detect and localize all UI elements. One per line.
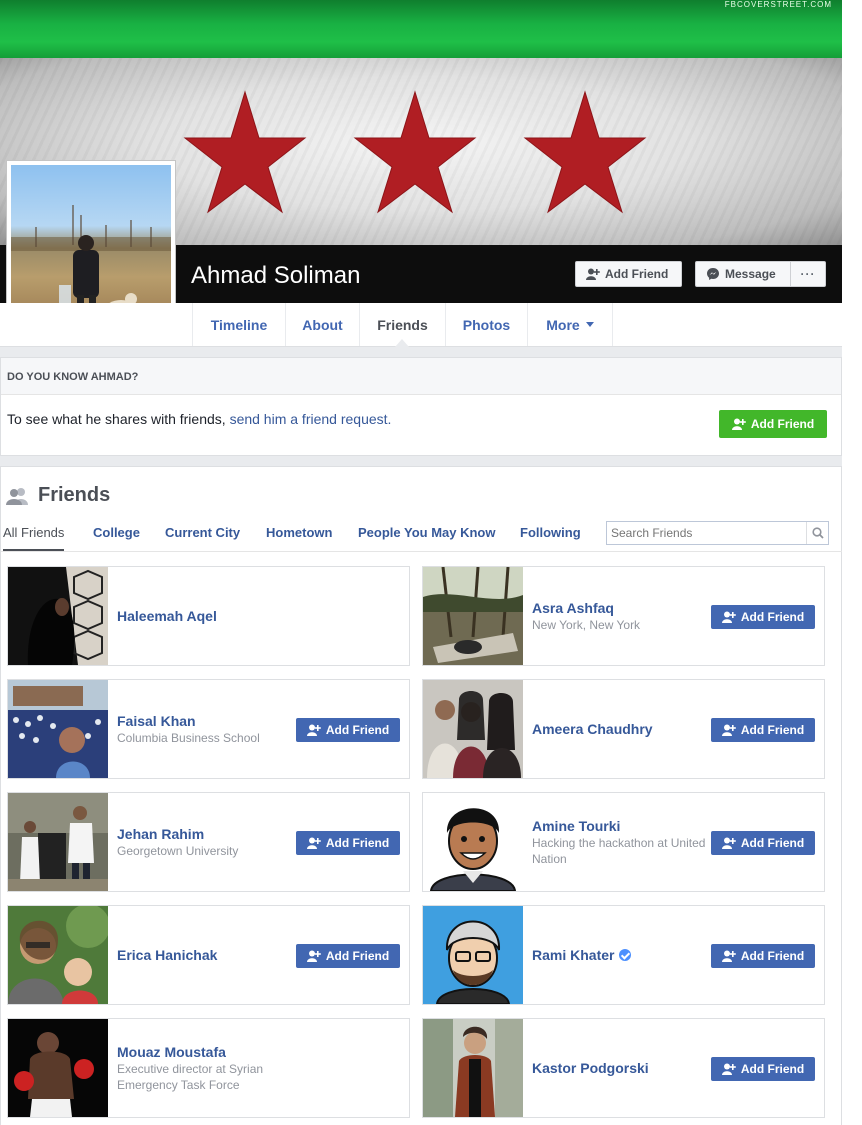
friends-section: Friends All Friends College Current City… [0,466,843,1125]
add-friend-icon [721,950,736,962]
friend-name[interactable]: Rami Khater [532,947,709,964]
more-options-button[interactable]: ··· [790,261,826,287]
star-icon [523,90,647,214]
filter-hometown[interactable]: Hometown [266,525,332,540]
add-friend-button[interactable]: Add Friend [296,831,400,855]
tab-timeline[interactable]: Timeline [192,303,285,346]
friend-name[interactable]: Ameera Chaudhry [532,721,709,738]
add-friend-button[interactable]: Add Friend [296,944,400,968]
profile-name: Ahmad Soliman [191,262,361,289]
add-friend-label: Add Friend [605,267,669,281]
active-tab-pointer [395,339,409,347]
filter-all-friends[interactable]: All Friends [3,525,65,551]
friend-card: Kastor Podgorski Add Friend [422,1018,825,1118]
friends-icon [6,487,28,505]
friend-name[interactable]: Amine Tourki [532,818,709,835]
friend-card: Erica Hanichak Add Friend [7,905,410,1005]
add-friend-button[interactable]: Add Friend [711,718,815,742]
add-friend-button[interactable]: Add Friend [575,261,682,287]
friends-title: Friends [38,484,111,506]
add-friend-icon [731,418,746,430]
friends-heading: Friends [6,484,110,507]
friend-card: Mouaz Moustafa Executive director at Syr… [7,1018,410,1118]
friend-name[interactable]: Erica Hanichak [117,947,294,964]
friend-photo[interactable] [423,567,523,665]
friend-name[interactable]: Faisal Khan [117,713,294,730]
friend-card: Faisal Khan Columbia Business School Add… [7,679,410,779]
friend-photo[interactable] [423,906,523,1004]
profile-tabs: Timeline About Friends Photos More [0,303,842,347]
friend-photo[interactable] [423,1019,523,1117]
add-friend-icon [721,611,736,623]
add-friend-button-green[interactable]: Add Friend [719,410,827,438]
friend-subtitle: Columbia Business School [117,730,260,745]
add-friend-icon [586,268,600,280]
star-icon [353,90,477,214]
more-options-icon: ··· [800,267,816,281]
add-friend-button[interactable]: Add Friend [711,831,815,855]
friend-subtitle: Executive director at Syrian Emergency T… [117,1061,264,1092]
friend-photo[interactable] [8,793,108,891]
friend-subtitle: Georgetown University [117,843,239,858]
add-friend-icon [306,724,321,736]
search-icon[interactable] [806,522,828,544]
filter-people-you-may-know[interactable]: People You May Know [358,525,495,540]
page-gutter [842,0,862,1125]
verified-badge-icon [619,949,632,961]
filter-current-city[interactable]: Current City [165,525,240,540]
friend-card: Ameera Chaudhry Add Friend [422,679,825,779]
friend-card: Haleemah Aqel [7,566,410,666]
know-heading: DO YOU KNOW AHMAD? [1,358,841,395]
know-box: DO YOU KNOW AHMAD? To see what he shares… [0,357,842,456]
message-button[interactable]: Message [695,261,791,287]
message-label: Message [725,267,776,281]
add-friend-button[interactable]: Add Friend [296,718,400,742]
friend-photo[interactable] [423,793,523,891]
add-friend-button[interactable]: Add Friend [711,1057,815,1081]
friend-name[interactable]: Kastor Podgorski [532,1060,709,1077]
flag-green-band [0,0,842,60]
friend-card: Amine Tourki Hacking the hackathon at Un… [422,792,825,892]
friend-card: Rami Khater Add Friend [422,905,825,1005]
filter-college[interactable]: College [93,525,140,540]
add-friend-icon [721,1063,736,1075]
profile-page: FBCOVERSTREET.COM Ahmad Soliman Add Frie… [0,0,862,1125]
add-friend-icon [721,724,736,736]
friend-photo[interactable] [8,1019,108,1117]
friend-card: Jehan Rahim Georgetown University Add Fr… [7,792,410,892]
tab-more[interactable]: More [527,303,613,346]
know-text: To see what he shares with friends, send… [7,411,392,427]
friend-subtitle: Hacking the hackathon at United Nation [532,835,706,866]
chevron-down-icon [585,322,594,327]
search-friends-input[interactable] [607,522,807,544]
add-friend-button[interactable]: Add Friend [711,944,815,968]
filter-following[interactable]: Following [520,525,581,540]
messenger-icon [707,268,719,280]
friend-photo[interactable] [423,680,523,778]
friend-photo[interactable] [8,567,108,665]
star-icon [183,90,307,214]
profile-photo-image [11,205,171,325]
friend-name[interactable]: Haleemah Aqel [117,608,294,625]
friend-name[interactable]: Asra Ashfaq [532,600,709,617]
friend-name[interactable]: Jehan Rahim [117,826,294,843]
friends-filter-bar: All Friends College Current City Hometow… [1,517,843,552]
friend-subtitle: New York, New York [532,617,641,632]
friend-photo[interactable] [8,906,108,1004]
add-friend-button[interactable]: Add Friend [711,605,815,629]
add-friend-icon [721,837,736,849]
friend-name[interactable]: Mouaz Moustafa [117,1044,294,1061]
search-friends [606,521,829,545]
tab-photos[interactable]: Photos [445,303,527,346]
tab-about[interactable]: About [285,303,359,346]
friend-card: Asra Ashfaq New York, New York Add Frien… [422,566,825,666]
friend-photo[interactable] [8,680,108,778]
add-friend-icon [306,837,321,849]
friend-request-link[interactable]: send him a friend request. [230,411,392,427]
add-friend-icon [306,950,321,962]
cover-watermark: FBCOVERSTREET.COM [724,0,832,9]
